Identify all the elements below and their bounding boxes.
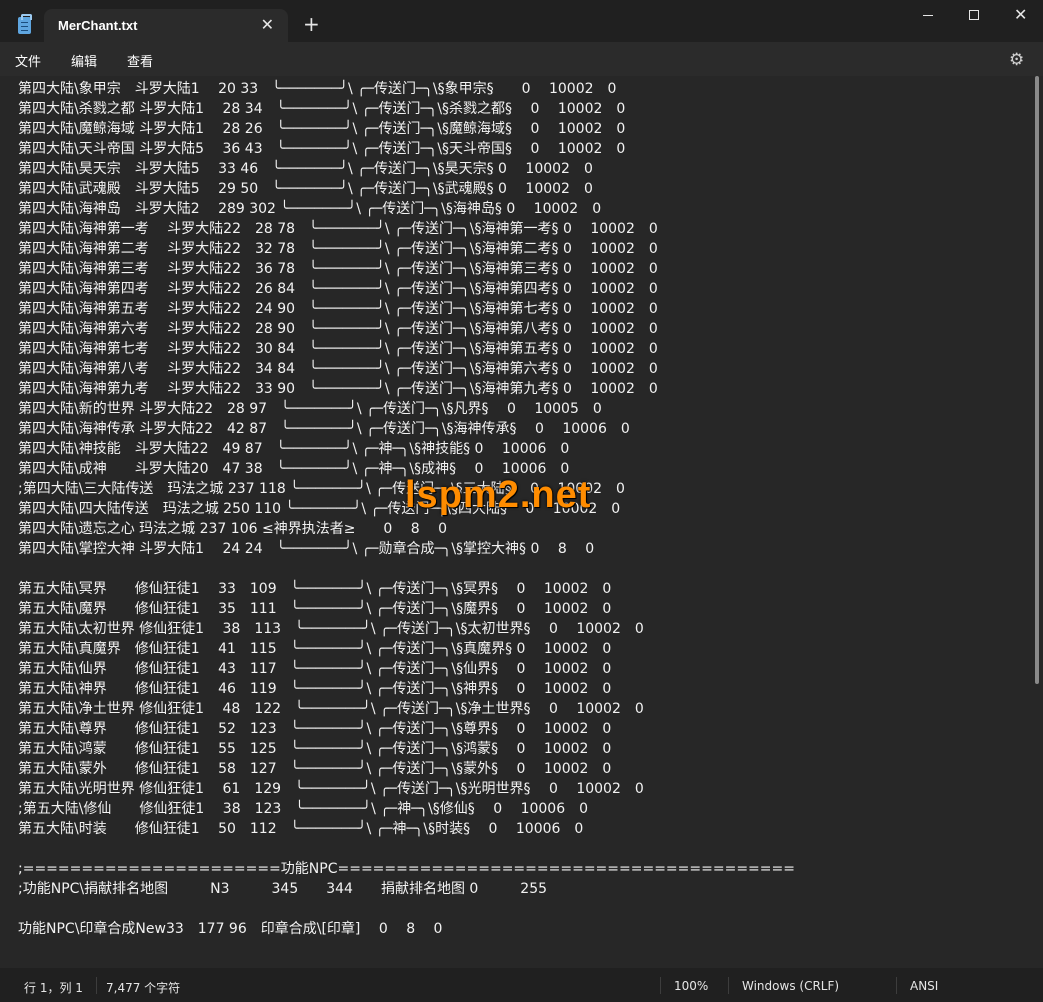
menu-view[interactable]: 查看 [127, 51, 153, 70]
notepad-icon [18, 14, 32, 34]
text-line[interactable]: 第四大陆\昊天宗 斗罗大陆5 33 46 ╰───────╯\ ╭─传送门─╮\… [18, 159, 795, 179]
text-line[interactable]: 第五大陆\鸿蒙 修仙狂徒1 55 125 ╰───────╯\ ╭─传送门─╮\… [18, 739, 795, 759]
text-line[interactable]: 第五大陆\光明世界 修仙狂徒1 61 129 ╰───────╯\ ╭─传送门─… [18, 779, 795, 799]
text-line[interactable]: 第四大陆\新的世界 斗罗大陆22 28 97 ╰───────╯\ ╭─传送门─… [18, 399, 795, 419]
text-line[interactable]: 第四大陆\杀戮之都 斗罗大陆1 28 34 ╰───────╯\ ╭─传送门─╮… [18, 99, 795, 119]
text-line[interactable]: 第四大陆\神技能 斗罗大陆22 49 87 ╰───────╯\ ╭─神─╮\§… [18, 439, 795, 459]
text-line[interactable]: 第四大陆\海神第三考 斗罗大陆22 36 78 ╰───────╯\ ╭─传送门… [18, 259, 795, 279]
close-icon: ✕ [1014, 5, 1028, 24]
text-line[interactable]: 第五大陆\仙界 修仙狂徒1 43 117 ╰───────╯\ ╭─传送门─╮\… [18, 659, 795, 679]
tab-title: MerChant.txt [58, 18, 138, 33]
text-line[interactable]: 第五大陆\时装 修仙狂徒1 50 112 ╰───────╯\ ╭─神─╮\§时… [18, 819, 795, 839]
zoom-level[interactable]: 100% [674, 979, 708, 993]
text-line[interactable]: 第四大陆\武魂殿 斗罗大陆5 29 50 ╰───────╯\ ╭─传送门─╮\… [18, 179, 795, 199]
text-line[interactable]: 第五大陆\尊界 修仙狂徒1 52 123 ╰───────╯\ ╭─传送门─╮\… [18, 719, 795, 739]
menu-edit[interactable]: 编辑 [71, 51, 97, 70]
maximize-button[interactable] [951, 0, 997, 32]
text-line[interactable]: 功能NPC\印章合成New33 177 96 印章合成\[印章] 0 8 0 [18, 919, 795, 939]
status-divider [96, 977, 97, 994]
text-line[interactable]: 第五大陆\太初世界 修仙狂徒1 38 113 ╰───────╯\ ╭─传送门─… [18, 619, 795, 639]
character-count: 7,477 个字符 [106, 981, 181, 995]
minimize-button[interactable] [905, 0, 951, 32]
text-line[interactable]: 第四大陆\遗忘之心 玛法之城 237 106 ≤神界执法者≥ 0 8 0 [18, 519, 795, 539]
text-line[interactable]: 第四大陆\魔鲸海域 斗罗大陆1 28 26 ╰───────╯\ ╭─传送门─╮… [18, 119, 795, 139]
status-bar: 行 1，列 1 7,477 个字符 100% Windows (CRLF) AN… [0, 968, 1043, 1002]
text-line[interactable]: 第四大陆\海神第四考 斗罗大陆22 26 84 ╰───────╯\ ╭─传送门… [18, 279, 795, 299]
text-line[interactable]: 第四大陆\海神传承 斗罗大陆22 42 87 ╰───────╯\ ╭─传送门─… [18, 419, 795, 439]
settings-gear-icon[interactable]: ⚙ [1009, 50, 1024, 70]
encoding[interactable]: ANSI [910, 979, 938, 993]
text-editor[interactable]: 第四大陆\象甲宗 斗罗大陆1 20 33 ╰───────╯\ ╭─传送门─╮\… [0, 76, 1031, 968]
text-line[interactable]: 第四大陆\象甲宗 斗罗大陆1 20 33 ╰───────╯\ ╭─传送门─╮\… [18, 79, 795, 99]
text-line[interactable]: 第四大陆\海神第五考 斗罗大陆22 24 90 ╰───────╯\ ╭─传送门… [18, 299, 795, 319]
text-line[interactable]: 第四大陆\四大陆传送 玛法之城 250 110 ╰───────╯\ ╭─传送门… [18, 499, 795, 519]
text-line[interactable]: 第四大陆\海神第八考 斗罗大陆22 34 84 ╰───────╯\ ╭─传送门… [18, 359, 795, 379]
text-line[interactable]: ;功能NPC\捐献排名地图 N3 345 344 捐献排名地图 0 255 [18, 879, 795, 899]
close-tab-icon[interactable]: ✕ [261, 15, 274, 34]
close-window-button[interactable]: ✕ [997, 0, 1043, 32]
text-line[interactable]: 第五大陆\蒙外 修仙狂徒1 58 127 ╰───────╯\ ╭─传送门─╮\… [18, 759, 795, 779]
text-line[interactable] [18, 899, 795, 919]
title-bar: MerChant.txt ✕ + ✕ [0, 0, 1043, 42]
menu-file[interactable]: 文件 [15, 51, 41, 70]
status-divider [660, 977, 661, 994]
text-line[interactable] [18, 559, 795, 579]
text-line[interactable]: 第五大陆\神界 修仙狂徒1 46 119 ╰───────╯\ ╭─传送门─╮\… [18, 679, 795, 699]
vertical-scrollbar[interactable] [1031, 76, 1043, 968]
text-line[interactable]: 第四大陆\天斗帝国 斗罗大陆5 36 43 ╰───────╯\ ╭─传送门─╮… [18, 139, 795, 159]
menu-bar: 文件 编辑 查看 ⚙ [0, 42, 1043, 76]
text-line[interactable]: 第五大陆\冥界 修仙狂徒1 33 109 ╰───────╯\ ╭─传送门─╮\… [18, 579, 795, 599]
status-divider [896, 977, 897, 994]
cursor-position[interactable]: 行 1，列 1 [24, 979, 83, 996]
text-line[interactable]: ;第四大陆\三大陆传送 玛法之城 237 118 ╰───────╯\ ╭─传送… [18, 479, 795, 499]
text-line[interactable]: 第四大陆\海神第七考 斗罗大陆22 30 84 ╰───────╯\ ╭─传送门… [18, 339, 795, 359]
new-tab-button[interactable]: + [303, 14, 320, 34]
text-line[interactable]: 第四大陆\海神第一考 斗罗大陆22 28 78 ╰───────╯\ ╭─传送门… [18, 219, 795, 239]
status-divider [728, 977, 729, 994]
text-line[interactable]: 第四大陆\海神第六考 斗罗大陆22 28 90 ╰───────╯\ ╭─传送门… [18, 319, 795, 339]
text-line[interactable]: 第四大陆\成神 斗罗大陆20 47 38 ╰───────╯\ ╭─神─╮\§成… [18, 459, 795, 479]
tab-merchant-txt[interactable]: MerChant.txt ✕ [44, 9, 288, 42]
text-line[interactable]: ;第五大陆\修仙 修仙狂徒1 38 123 ╰───────╯\ ╭─神─╮\§… [18, 799, 795, 819]
text-line[interactable]: ;======================功能NPC============… [18, 859, 795, 879]
text-line[interactable]: 第四大陆\掌控大神 斗罗大陆1 24 24 ╰───────╯\ ╭─勋章合成─… [18, 539, 795, 559]
text-line[interactable]: 第五大陆\净土世界 修仙狂徒1 48 122 ╰───────╯\ ╭─传送门─… [18, 699, 795, 719]
text-line[interactable]: 第五大陆\真魔界 修仙狂徒1 41 115 ╰───────╯\ ╭─传送门─╮… [18, 639, 795, 659]
text-line[interactable] [18, 839, 795, 859]
text-line[interactable]: 第五大陆\魔界 修仙狂徒1 35 111 ╰───────╯\ ╭─传送门─╮\… [18, 599, 795, 619]
line-ending[interactable]: Windows (CRLF) [742, 979, 839, 993]
text-line[interactable]: 第四大陆\海神第二考 斗罗大陆22 32 78 ╰───────╯\ ╭─传送门… [18, 239, 795, 259]
scrollbar-thumb[interactable] [1035, 76, 1039, 684]
text-line[interactable]: 第四大陆\海神第九考 斗罗大陆22 33 90 ╰───────╯\ ╭─传送门… [18, 379, 795, 399]
text-line[interactable]: 第四大陆\海神岛 斗罗大陆2 289 302 ╰───────╯\ ╭─传送门─… [18, 199, 795, 219]
editor-content[interactable]: 第四大陆\象甲宗 斗罗大陆1 20 33 ╰───────╯\ ╭─传送门─╮\… [18, 79, 795, 939]
